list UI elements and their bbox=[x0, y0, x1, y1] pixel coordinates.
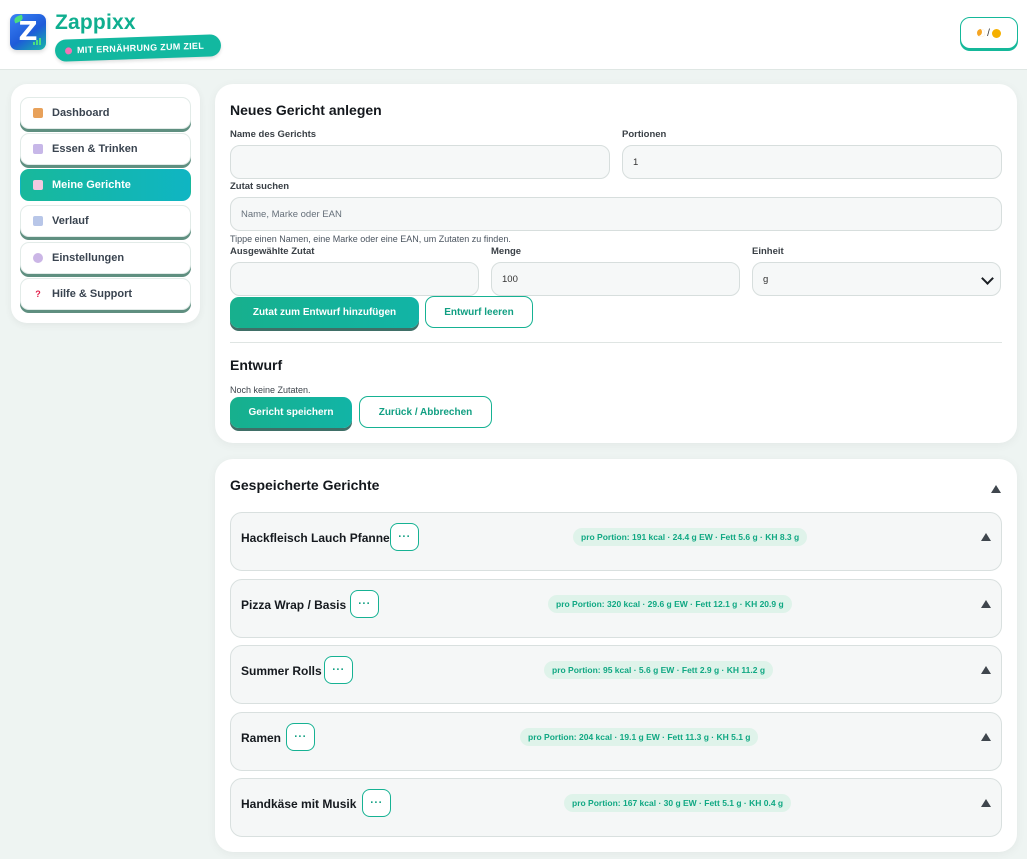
brand-name: Zappixx bbox=[55, 11, 136, 34]
dish-name-label: Name des Gerichts bbox=[230, 129, 317, 140]
chevron-down-icon bbox=[981, 272, 994, 285]
tagline-badge: MIT ERNÄHRUNG ZUM ZIEL bbox=[54, 34, 222, 62]
portions-label: Portionen bbox=[622, 129, 667, 140]
sidebar-item-label: Essen & Trinken bbox=[52, 143, 138, 155]
section-divider bbox=[230, 342, 1002, 343]
dish-name-input[interactable] bbox=[230, 145, 610, 179]
recipe-macros: pro Portion: 204 kcal · 19.1 g EW · Fett… bbox=[520, 728, 759, 746]
sidebar-item-essen-trinken[interactable]: Essen & Trinken bbox=[20, 133, 191, 165]
unit-select-value: g bbox=[763, 273, 769, 285]
recipe-row[interactable]: Summer Rolls ··· pro Portion: 95 kcal · … bbox=[230, 645, 1002, 704]
moon-icon bbox=[977, 29, 986, 37]
sidebar-item-meine-gerichte[interactable]: Meine Gerichte bbox=[20, 169, 191, 201]
recipe-name: Summer Rolls bbox=[241, 664, 322, 678]
app-header: Z Zappixx MIT ERNÄHRUNG ZUM ZIEL / bbox=[0, 0, 1027, 70]
sidebar-item-dashboard[interactable]: Dashboard bbox=[20, 97, 191, 129]
draft-empty-text: Noch keine Zutaten. bbox=[230, 385, 311, 395]
recipe-more-button[interactable]: ··· bbox=[350, 590, 379, 618]
recipe-macros: pro Portion: 191 kcal · 24.4 g EW · Fett… bbox=[573, 528, 808, 546]
amount-label: Menge bbox=[491, 246, 522, 257]
house-icon bbox=[33, 108, 43, 118]
recipe-name: Hackfleisch Lauch Pfanne bbox=[241, 531, 390, 545]
zappixx-logo[interactable]: Z bbox=[10, 14, 46, 50]
gear-icon bbox=[33, 253, 43, 263]
recipe-more-button[interactable]: ··· bbox=[362, 789, 391, 817]
add-ingredient-button[interactable]: Zutat zum Entwurf hinzufügen bbox=[230, 297, 419, 328]
draft-title: Entwurf bbox=[230, 357, 283, 373]
sun-icon bbox=[991, 28, 1001, 38]
recipe-more-button[interactable]: ··· bbox=[286, 723, 315, 751]
recipe-row[interactable]: Handkäse mit Musik ··· pro Portion: 167 … bbox=[230, 778, 1002, 837]
recipe-macros: pro Portion: 95 kcal · 5.6 g EW · Fett 2… bbox=[544, 661, 774, 679]
sidebar-item-label: Einstellungen bbox=[52, 252, 125, 264]
recipe-name: Handkäse mit Musik bbox=[241, 797, 357, 811]
unit-label: Einheit bbox=[752, 246, 784, 257]
new-dish-title: Neues Gericht anlegen bbox=[230, 102, 382, 118]
collapse-section-icon[interactable] bbox=[991, 485, 1001, 493]
ingredient-search-label: Zutat suchen bbox=[230, 181, 290, 192]
sidebar-item-label: Verlauf bbox=[52, 215, 89, 227]
sidebar-item-einstellungen[interactable]: Einstellungen bbox=[20, 242, 191, 274]
saved-dishes-card: Gespeicherte Gerichte Hackfleisch Lauch … bbox=[215, 459, 1017, 852]
sidebar-item-label: Hilfe & Support bbox=[52, 288, 133, 300]
portions-input[interactable]: 1 bbox=[622, 145, 1002, 179]
theme-toggle-button[interactable]: / bbox=[960, 17, 1018, 49]
unit-select[interactable]: g bbox=[752, 262, 1001, 296]
theme-toggle-separator: / bbox=[987, 27, 990, 39]
ingredient-search-input[interactable]: Name, Marke oder EAN bbox=[230, 197, 1002, 231]
recipe-row[interactable]: Hackfleisch Lauch Pfanne ··· pro Portion… bbox=[230, 512, 1002, 571]
recipe-macros: pro Portion: 320 kcal · 29.6 g EW · Fett… bbox=[548, 595, 792, 613]
back-cancel-button[interactable]: Zurück / Abbrechen bbox=[359, 396, 492, 428]
sidebar-item-label: Dashboard bbox=[52, 107, 110, 119]
saved-dishes-title: Gespeicherte Gerichte bbox=[230, 477, 380, 493]
selected-ingredient-field[interactable] bbox=[230, 262, 479, 296]
sidebar: Dashboard Essen & Trinken Meine Gerichte… bbox=[11, 84, 200, 323]
notepad-icon bbox=[33, 180, 43, 190]
collapse-row-icon[interactable] bbox=[981, 600, 991, 608]
recipe-row[interactable]: Pizza Wrap / Basis ··· pro Portion: 320 … bbox=[230, 579, 1002, 638]
ingredient-search-hint: Tippe einen Namen, eine Marke oder eine … bbox=[230, 234, 511, 244]
recipe-row[interactable]: Ramen ··· pro Portion: 204 kcal · 19.1 g… bbox=[230, 712, 1002, 771]
clear-draft-button[interactable]: Entwurf leeren bbox=[425, 296, 533, 328]
chart-icon bbox=[33, 216, 43, 226]
amount-input[interactable]: 100 bbox=[491, 262, 740, 296]
recipe-name: Pizza Wrap / Basis bbox=[241, 598, 347, 612]
question-icon: ? bbox=[35, 289, 41, 299]
collapse-row-icon[interactable] bbox=[981, 533, 991, 541]
bars-icon bbox=[33, 38, 41, 45]
collapse-row-icon[interactable] bbox=[981, 799, 991, 807]
calendar-icon bbox=[33, 144, 43, 154]
selected-ingredient-label: Ausgewählte Zutat bbox=[230, 246, 315, 257]
collapse-row-icon[interactable] bbox=[981, 733, 991, 741]
tagline-text: MIT ERNÄHRUNG ZUM ZIEL bbox=[76, 40, 205, 56]
sidebar-item-verlauf[interactable]: Verlauf bbox=[20, 205, 191, 237]
recipe-macros: pro Portion: 167 kcal · 30 g EW · Fett 5… bbox=[564, 794, 792, 812]
recipe-name: Ramen bbox=[241, 731, 282, 745]
target-icon bbox=[64, 46, 73, 55]
sidebar-item-hilfe-support[interactable]: ? Hilfe & Support bbox=[20, 278, 191, 310]
new-dish-card: Neues Gericht anlegen Name des Gerichts … bbox=[215, 84, 1017, 443]
save-dish-button[interactable]: Gericht speichern bbox=[230, 397, 352, 428]
sidebar-item-label: Meine Gerichte bbox=[52, 179, 131, 191]
collapse-row-icon[interactable] bbox=[981, 666, 991, 674]
recipe-more-button[interactable]: ··· bbox=[390, 523, 419, 551]
recipe-more-button[interactable]: ··· bbox=[324, 656, 353, 684]
